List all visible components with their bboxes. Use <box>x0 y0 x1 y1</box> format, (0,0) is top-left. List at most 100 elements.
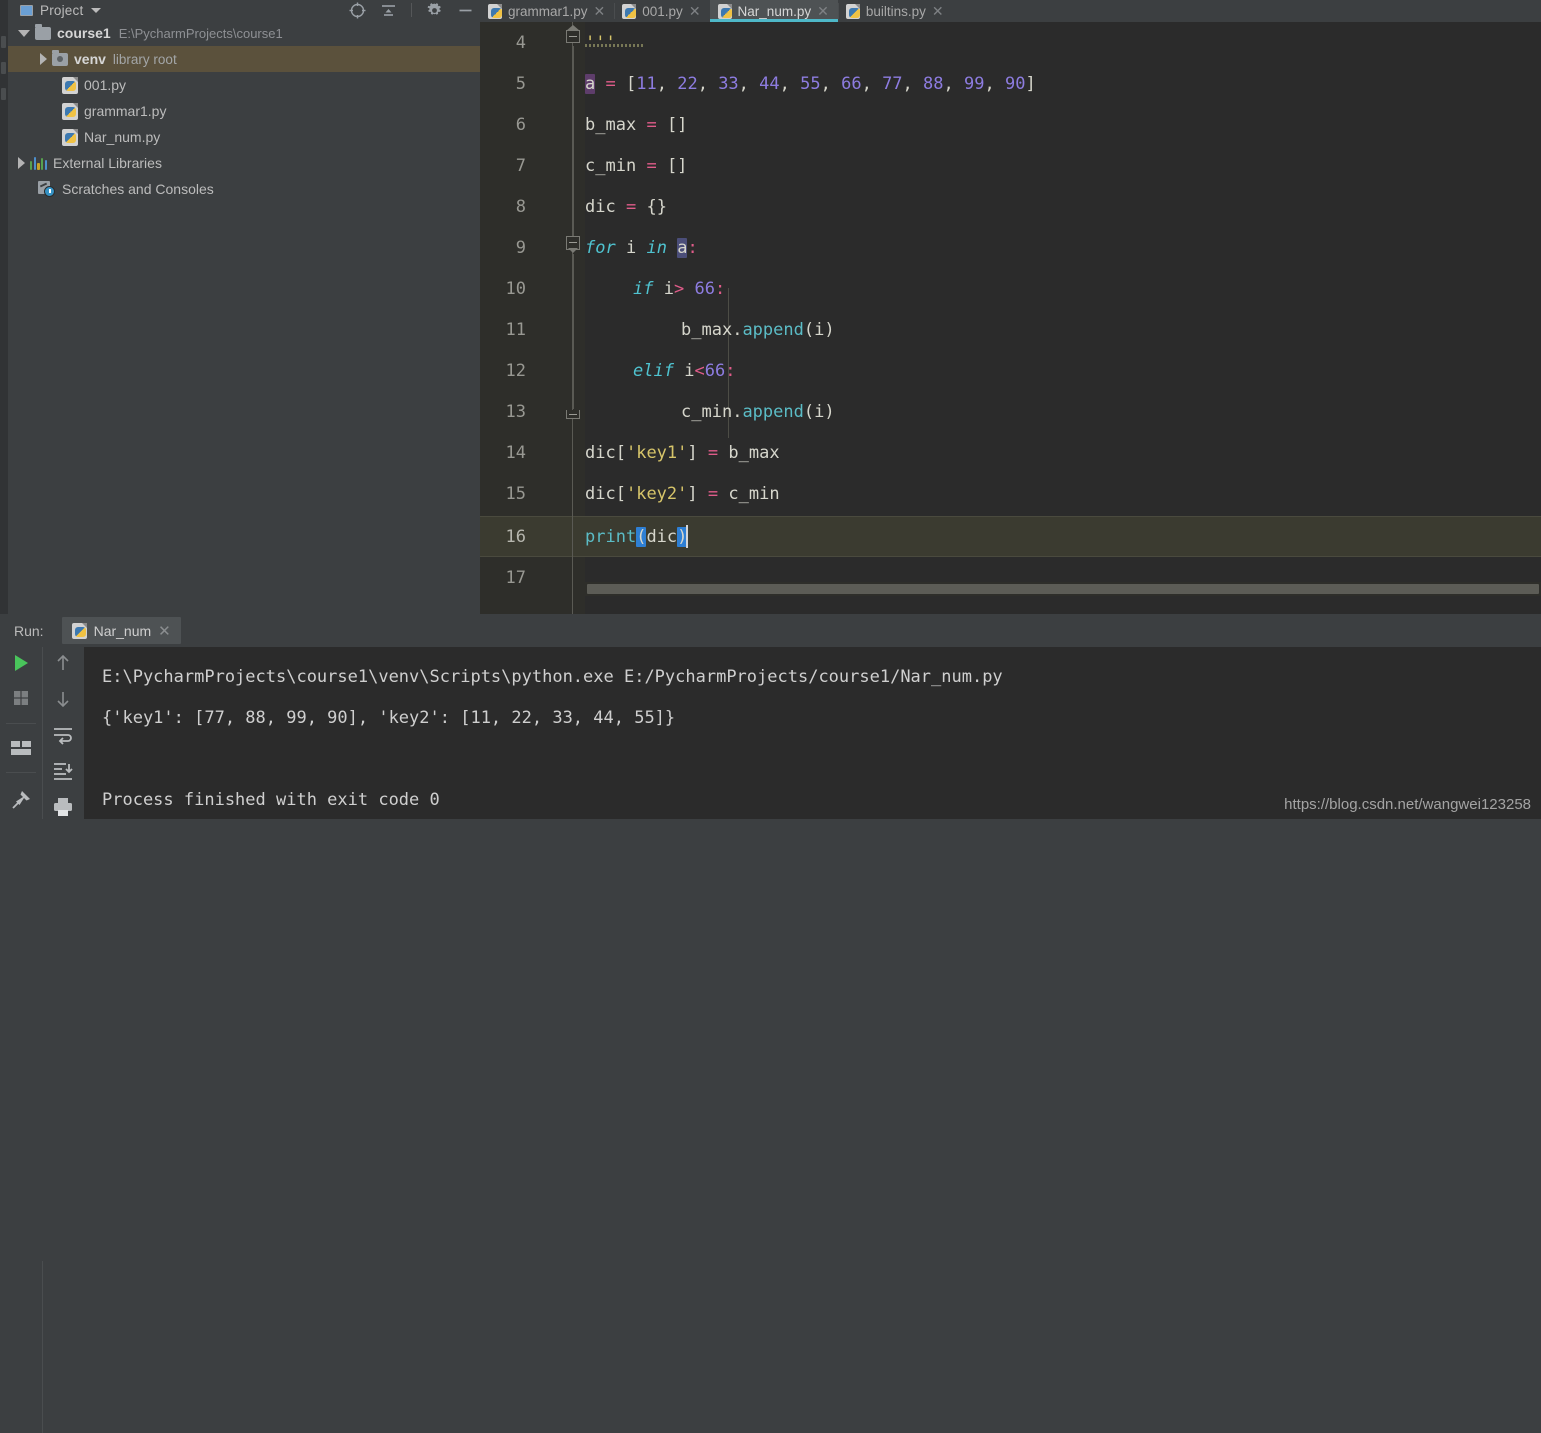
project-tree[interactable]: course1 E:\PycharmProjects\course1 venv … <box>8 20 480 614</box>
gutter-line-12: 12 <box>505 360 526 381</box>
code-line-7[interactable]: c_min = [] <box>585 145 1541 186</box>
tree-item-grammar1py[interactable]: grammar1.py <box>8 98 480 124</box>
down-arrow-icon[interactable] <box>53 689 73 709</box>
chevron-right-icon[interactable] <box>18 157 25 169</box>
tree-item-scratches-consoles[interactable]: Scratches and Consoles <box>8 176 480 202</box>
close-icon[interactable]: ✕ <box>594 4 606 18</box>
code-text-area[interactable]: ''' a = [ 11, 22, 33, 44, 55, 66, 77, 88… <box>585 22 1541 614</box>
run-console[interactable]: E:\PycharmProjects\course1\venv\Scripts\… <box>84 647 1541 819</box>
token-bracket-close: ] <box>1025 73 1036 94</box>
horizontal-scrollbar-thumb[interactable] <box>587 584 1539 594</box>
code-line-8[interactable]: dic = {} <box>585 186 1541 227</box>
token-arg-dic: dic <box>646 526 678 547</box>
token-empty-list: [] <box>666 155 688 176</box>
code-line-9[interactable]: for i in a : <box>585 227 1541 268</box>
token-bracket-open: [ <box>615 442 626 463</box>
locate-target-icon[interactable] <box>349 2 366 19</box>
folder-lib-icon <box>52 49 68 66</box>
run-toolbar-divider <box>42 1261 43 1433</box>
code-line-13[interactable]: c_min . append (i) <box>585 391 1541 432</box>
left-tool-strip[interactable] <box>0 0 8 614</box>
code-line-14[interactable]: dic [ 'key1' ] = b_max <box>585 432 1541 473</box>
tree-item-detail: library root <box>112 51 177 67</box>
close-icon[interactable]: ✕ <box>817 4 829 18</box>
editor-tab-001py[interactable]: 001.py ✕ <box>614 0 710 22</box>
pycharm-window: Project course1 E:\PycharmProjects\cours… <box>0 0 1541 1433</box>
code-line-16[interactable]: print(dic) <box>585 516 1541 557</box>
token-number: 11 <box>636 73 657 94</box>
code-line-4[interactable]: ''' <box>585 22 1541 63</box>
close-icon[interactable]: ✕ <box>932 4 944 18</box>
token-number: 22 <box>677 73 698 94</box>
layout-icon[interactable] <box>10 740 32 756</box>
token-method-append: append <box>742 319 804 340</box>
run-panel-label: Run: <box>14 622 44 639</box>
pin-icon[interactable] <box>10 789 32 811</box>
minimize-icon[interactable] <box>457 2 474 19</box>
tree-item-venv[interactable]: venv library root <box>8 46 480 72</box>
run-icon[interactable] <box>11 653 31 673</box>
editor-tab-bar[interactable]: grammar1.py ✕ 001.py ✕ Nar_num.py ✕ buil… <box>480 0 1541 22</box>
code-line-6[interactable]: b_max = [] <box>585 104 1541 145</box>
run-tab-narnum[interactable]: Nar_num ✕ <box>61 617 181 644</box>
chevron-right-icon[interactable] <box>40 53 47 65</box>
chevron-down-icon[interactable] <box>91 7 102 13</box>
editor-tab-narnumpy[interactable]: Nar_num.py ✕ <box>709 0 838 22</box>
code-line-12[interactable]: elif i < 66 : <box>585 350 1541 391</box>
project-panel-header: Project <box>8 0 480 20</box>
text-caret <box>686 525 689 548</box>
token-variable-dic: dic <box>585 196 616 217</box>
token-keyword-in: in <box>646 237 667 258</box>
gutter-line-8: 8 <box>515 196 526 217</box>
tree-item-narnumpy[interactable]: Nar_num.py <box>8 124 480 150</box>
project-panel-toolbar <box>349 0 474 20</box>
tool-strip-nub <box>1 62 6 74</box>
token-assign: = <box>625 196 637 217</box>
tree-item-label: 001.py <box>84 77 127 93</box>
settings-gear-icon[interactable] <box>426 2 443 19</box>
close-icon[interactable]: ✕ <box>689 4 701 18</box>
collapse-all-icon[interactable] <box>380 2 397 19</box>
run-toolbar[interactable] <box>0 647 84 819</box>
tree-item-external-libraries[interactable]: External Libraries <box>8 150 480 176</box>
token-operator-lt: < <box>694 360 705 381</box>
code-line-15[interactable]: dic [ 'key2' ] = c_min <box>585 473 1541 514</box>
close-icon[interactable]: ✕ <box>158 622 171 640</box>
tree-item-course1[interactable]: course1 E:\PycharmProjects\course1 <box>8 20 480 46</box>
fold-marker-for[interactable] <box>564 234 582 253</box>
chevron-down-icon[interactable] <box>18 29 30 37</box>
token-empty-list: [] <box>666 114 688 135</box>
code-editor[interactable]: 4 5 6 7 8 9 10 11 12 13 14 15 16 17 ''' … <box>480 22 1541 614</box>
editor-tab-grammar1py[interactable]: grammar1.py ✕ <box>480 0 615 22</box>
gutter-line-10: 10 <box>505 278 526 299</box>
token-colon: : <box>725 360 736 381</box>
token-keyword-for: for <box>585 237 616 258</box>
soft-wrap-icon[interactable] <box>52 725 74 745</box>
gutter-line-6: 6 <box>515 114 526 135</box>
python-file-icon <box>62 102 78 120</box>
token-bracket-close: ] <box>687 442 698 463</box>
console-line-output: {'key1': [77, 88, 99, 90], 'key2': [11, … <box>102 708 676 728</box>
scroll-to-end-icon[interactable] <box>52 761 74 781</box>
token-var-i: i <box>684 360 695 381</box>
scratches-icon <box>38 181 56 197</box>
code-line-10[interactable]: if i > 66 : <box>585 268 1541 309</box>
libraries-bars-icon <box>30 156 48 170</box>
fold-marker-end[interactable] <box>564 406 582 424</box>
tool-strip-nub <box>1 36 6 48</box>
run-tab-label: Nar_num <box>93 622 152 639</box>
gutter-line-7: 7 <box>515 155 526 176</box>
editor-tab-builtinspy[interactable]: builtins.py ✕ <box>837 0 953 22</box>
print-icon[interactable] <box>52 797 74 817</box>
editor-area: grammar1.py ✕ 001.py ✕ Nar_num.py ✕ buil… <box>480 0 1541 614</box>
token-string-key2: 'key2' <box>625 483 688 504</box>
code-line-5[interactable]: a = [ 11, 22, 33, 44, 55, 66, 77, 88, 99… <box>585 63 1541 104</box>
python-file-icon <box>488 3 502 19</box>
token-bracket-open: [ <box>615 483 626 504</box>
python-file-icon <box>622 3 637 19</box>
stop-icon[interactable] <box>12 689 30 707</box>
fold-marker-start[interactable] <box>564 25 582 44</box>
up-arrow-icon[interactable] <box>53 653 73 673</box>
code-line-11[interactable]: b_max . append (i) <box>585 309 1541 350</box>
tree-item-001py[interactable]: 001.py <box>8 72 480 98</box>
